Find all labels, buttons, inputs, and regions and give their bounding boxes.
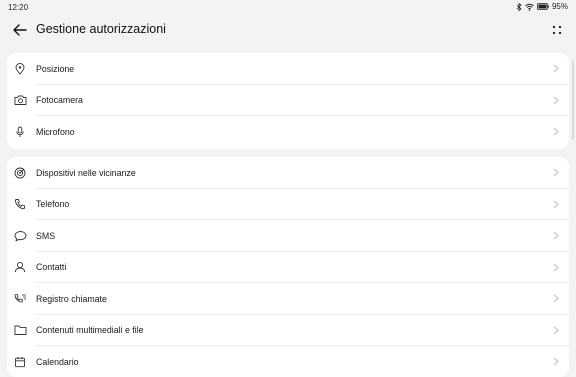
list-item-label: Posizione xyxy=(36,63,75,74)
chevron-right-icon xyxy=(553,168,561,178)
list-item-registro-chiamate[interactable]: Registro chiamate xyxy=(7,283,569,315)
list-item-telefono[interactable]: Telefono xyxy=(7,189,569,220)
calendar-icon xyxy=(13,355,27,369)
permissions-group-2: Dispositivi nelle vicinanze Telefono SMS… xyxy=(7,157,569,377)
list-item-label: Telefono xyxy=(36,199,70,210)
list-item-label: Registro chiamate xyxy=(36,293,107,304)
list-item-label: Fotocamera xyxy=(36,95,83,106)
chevron-right-icon xyxy=(553,95,561,105)
battery-percent: 95% xyxy=(551,2,568,11)
list-item-fotocamera[interactable]: Fotocamera xyxy=(7,85,569,116)
back-button[interactable] xyxy=(10,21,30,39)
list-item-label: Contatti xyxy=(36,262,67,273)
contacts-icon xyxy=(13,260,27,274)
call-log-icon xyxy=(13,292,27,306)
folder-icon xyxy=(13,323,27,337)
chevron-right-icon xyxy=(553,64,561,74)
status-time: 12:20 xyxy=(8,3,29,12)
status-bar: 12:20 95% xyxy=(0,0,576,14)
list-item-contatti[interactable]: Contatti xyxy=(7,252,569,283)
page-title: Gestione autorizzazioni xyxy=(36,22,166,36)
location-pin-icon xyxy=(13,62,27,76)
chevron-right-icon xyxy=(553,325,561,335)
list-item-label: Microfono xyxy=(36,126,75,137)
arrow-left-icon xyxy=(13,24,27,36)
battery-icon xyxy=(537,3,549,10)
permissions-group-1: Posizione Fotocamera Microfono xyxy=(7,53,569,149)
list-item-label: SMS xyxy=(36,230,56,241)
microphone-icon xyxy=(13,125,27,139)
list-item-calendario[interactable]: Calendario xyxy=(7,346,569,377)
wifi-icon xyxy=(525,3,534,11)
chevron-right-icon xyxy=(553,199,561,209)
sms-icon xyxy=(13,229,27,243)
bluetooth-icon xyxy=(516,2,522,11)
chevron-right-icon xyxy=(553,231,561,241)
phone-icon xyxy=(13,197,27,211)
list-item-microfono[interactable]: Microfono xyxy=(7,116,569,148)
list-item-label: Dispositivi nelle vicinanze xyxy=(36,167,136,178)
list-item-label: Calendario xyxy=(36,356,79,367)
more-options-button[interactable] xyxy=(550,22,564,38)
chevron-right-icon xyxy=(553,294,561,304)
list-item-dispositivi[interactable]: Dispositivi nelle vicinanze xyxy=(7,157,569,189)
more-dots-icon xyxy=(552,25,562,35)
list-item-label: Contenuti multimediali e file xyxy=(36,325,144,336)
chevron-right-icon xyxy=(553,357,561,367)
nearby-devices-icon xyxy=(13,166,27,180)
app-bar: Gestione autorizzazioni xyxy=(0,14,576,46)
list-item-posizione[interactable]: Posizione xyxy=(7,53,569,85)
scrollbar[interactable] xyxy=(572,60,574,140)
chevron-right-icon xyxy=(553,127,561,137)
camera-icon xyxy=(13,93,27,107)
chevron-right-icon xyxy=(553,262,561,272)
list-item-contenuti-multimediali[interactable]: Contenuti multimediali e file xyxy=(7,315,569,346)
list-item-sms[interactable]: SMS xyxy=(7,220,569,252)
